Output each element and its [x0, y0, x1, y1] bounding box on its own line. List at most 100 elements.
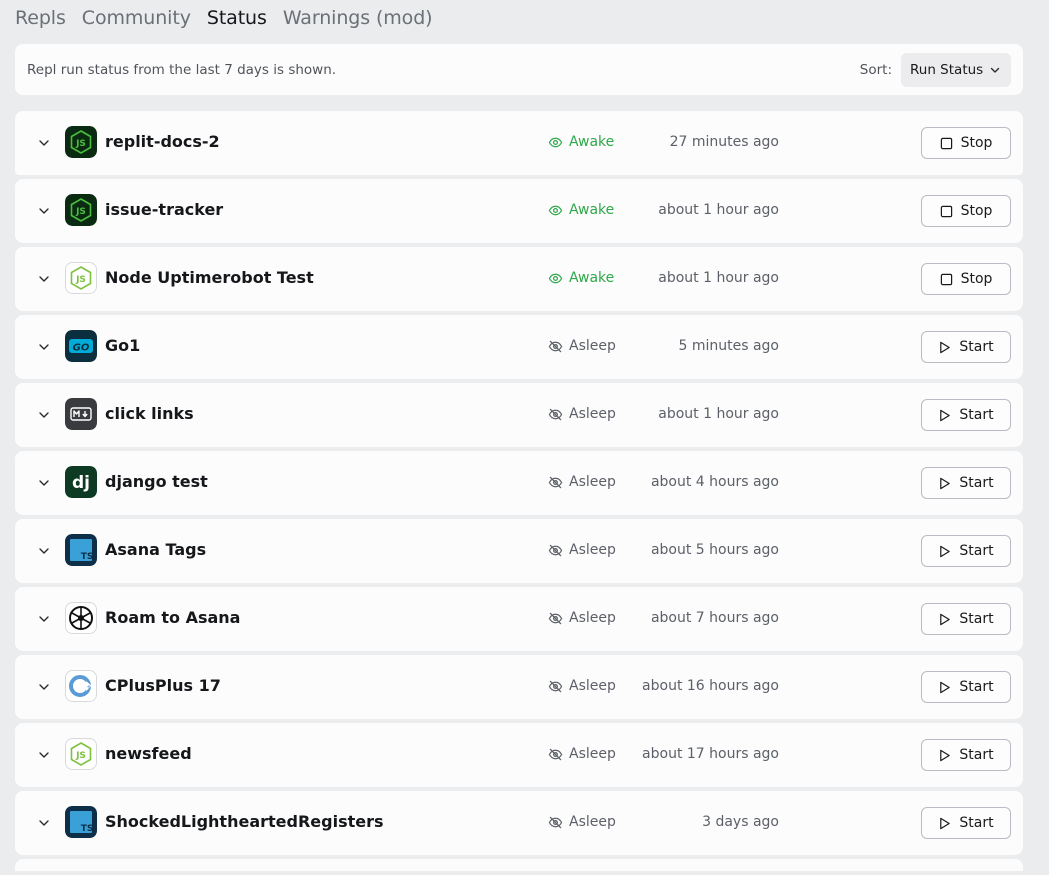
- last-run-time: about 1 hour ago: [658, 202, 779, 218]
- run-status: Asleep: [548, 406, 616, 422]
- repl-name[interactable]: replit-docs-2: [105, 132, 220, 151]
- repl-name[interactable]: newsfeed: [105, 744, 192, 763]
- play-icon: [938, 409, 951, 422]
- repl-name[interactable]: click links: [105, 404, 194, 423]
- svg-text:+: +: [86, 684, 91, 691]
- action-label: Start: [959, 815, 994, 831]
- info-text: Repl run status from the last 7 days is …: [27, 61, 337, 78]
- svg-text:TS: TS: [81, 552, 94, 562]
- svg-text:GO: GO: [73, 343, 90, 354]
- chevron-down-icon[interactable]: [37, 407, 51, 421]
- eye-off-icon: [548, 543, 563, 558]
- stop-button[interactable]: Stop: [921, 127, 1011, 159]
- repl-row: Roam to Asana Asleep about 7 hours ago S…: [15, 587, 1023, 651]
- svg-text:JS: JS: [75, 751, 86, 761]
- repl-name[interactable]: django test: [105, 472, 208, 491]
- repl-name[interactable]: CPlusPlus 17: [105, 676, 221, 695]
- repl-row: TS ShockedLightheartedRegisters Asleep 3…: [15, 791, 1023, 855]
- eye-icon: [548, 135, 563, 150]
- start-button[interactable]: Start: [921, 331, 1011, 363]
- tab-repls[interactable]: Repls: [15, 7, 66, 29]
- play-icon: [938, 817, 951, 830]
- chevron-down-icon[interactable]: [37, 203, 51, 217]
- last-run-time: about 5 hours ago: [650, 542, 779, 558]
- status-info-bar: Repl run status from the last 7 days is …: [15, 44, 1023, 95]
- chevron-down-icon[interactable]: [37, 475, 51, 489]
- status-label: Asleep: [569, 474, 616, 490]
- repl-row: + CPlusPlus 17 Asleep about 16 hours ago…: [15, 655, 1023, 719]
- stop-button[interactable]: Stop: [921, 263, 1011, 295]
- action-label: Start: [959, 407, 994, 423]
- action-label: Start: [959, 543, 994, 559]
- start-button[interactable]: Start: [921, 535, 1011, 567]
- status-label: Asleep: [569, 338, 616, 354]
- status-label: Asleep: [569, 814, 616, 830]
- action-label: Start: [959, 611, 994, 627]
- run-status: Awake: [548, 270, 614, 286]
- sort-label: Sort:: [859, 61, 892, 78]
- chevron-down-icon[interactable]: [37, 339, 51, 353]
- tab-status[interactable]: Status: [207, 7, 267, 29]
- start-button[interactable]: Start: [921, 807, 1011, 839]
- play-icon: [938, 613, 951, 626]
- repl-row: JS issue-tracker Awake about 1 hour ago …: [15, 179, 1023, 243]
- eye-off-icon: [548, 611, 563, 626]
- chevron-down-icon[interactable]: [37, 815, 51, 829]
- svg-text:JS: JS: [75, 207, 86, 217]
- tab-community[interactable]: Community: [82, 7, 191, 29]
- play-icon: [938, 681, 951, 694]
- run-status: Asleep: [548, 746, 616, 762]
- status-label: Awake: [569, 134, 615, 150]
- svg-text:JS: JS: [75, 275, 86, 285]
- sort-value: Run Status: [910, 61, 984, 78]
- repl-name[interactable]: Node Uptimerobot Test: [105, 268, 314, 287]
- eye-off-icon: [548, 407, 563, 422]
- run-status: Asleep: [548, 678, 616, 694]
- last-run-time: about 4 hours ago: [650, 474, 779, 490]
- status-label: Asleep: [569, 406, 616, 422]
- chevron-down-icon[interactable]: [37, 135, 51, 149]
- cpp-icon: +: [65, 670, 97, 702]
- svg-text:TS: TS: [81, 824, 94, 834]
- chevron-down-icon[interactable]: [37, 543, 51, 557]
- action-label: Start: [959, 679, 994, 695]
- chevron-down-icon[interactable]: [37, 679, 51, 693]
- repl-row: JS newsfeed Asleep about 17 hours ago St…: [15, 723, 1023, 787]
- start-button[interactable]: Start: [921, 739, 1011, 771]
- run-status: Asleep: [548, 542, 616, 558]
- eye-off-icon: [548, 475, 563, 490]
- status-label: Asleep: [569, 746, 616, 762]
- eye-off-icon: [548, 339, 563, 354]
- nodejs-icon: JS: [65, 738, 97, 770]
- play-icon: [938, 545, 951, 558]
- top-tabs: Repls Community Status Warnings (mod): [15, 4, 433, 32]
- start-button[interactable]: Start: [921, 399, 1011, 431]
- chevron-down-icon[interactable]: [37, 611, 51, 625]
- stop-button[interactable]: Stop: [921, 195, 1011, 227]
- tab-warnings-mod[interactable]: Warnings (mod): [283, 7, 433, 29]
- run-status: Asleep: [548, 338, 616, 354]
- start-button[interactable]: Start: [921, 603, 1011, 635]
- eye-off-icon: [548, 815, 563, 830]
- status-label: Asleep: [569, 610, 616, 626]
- repl-name[interactable]: Go1: [105, 336, 140, 355]
- last-run-time: about 16 hours ago: [642, 678, 779, 694]
- repl-name[interactable]: Asana Tags: [105, 540, 206, 559]
- status-label: Awake: [569, 270, 615, 286]
- chevron-down-icon[interactable]: [37, 271, 51, 285]
- chevron-down-icon[interactable]: [37, 747, 51, 761]
- start-button[interactable]: Start: [921, 467, 1011, 499]
- status-label: Awake: [569, 202, 615, 218]
- start-button[interactable]: Start: [921, 671, 1011, 703]
- typescript-icon: TS: [65, 806, 97, 838]
- repl-name[interactable]: Roam to Asana: [105, 608, 240, 627]
- repl-name[interactable]: ShockedLightheartedRegisters: [105, 812, 384, 831]
- sort-select[interactable]: Run Status: [901, 52, 1011, 87]
- roam-icon: [65, 602, 97, 634]
- repl-name[interactable]: issue-tracker: [105, 200, 223, 219]
- last-run-time: 3 days ago: [702, 814, 779, 830]
- last-run-time: 27 minutes ago: [669, 134, 779, 150]
- repl-row: GO Go1 Asleep 5 minutes ago Start: [15, 315, 1023, 379]
- action-label: Start: [959, 747, 994, 763]
- nodejs-icon: JS: [65, 262, 97, 294]
